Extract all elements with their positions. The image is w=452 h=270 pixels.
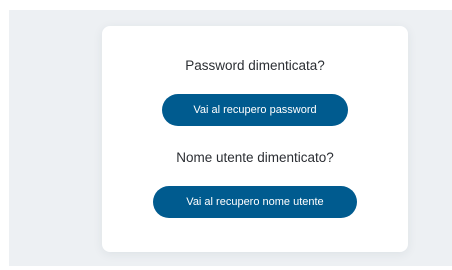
recovery-card: Password dimenticata? Vai al recupero pa… — [102, 26, 408, 252]
username-recovery-button[interactable]: Vai al recupero nome utente — [153, 186, 357, 218]
username-recovery-title: Nome utente dimenticato? — [176, 150, 334, 165]
password-recovery-button[interactable]: Vai al recupero password — [162, 94, 348, 126]
password-recovery-title: Password dimenticata? — [185, 58, 325, 73]
page-background: Password dimenticata? Vai al recupero pa… — [9, 10, 452, 266]
